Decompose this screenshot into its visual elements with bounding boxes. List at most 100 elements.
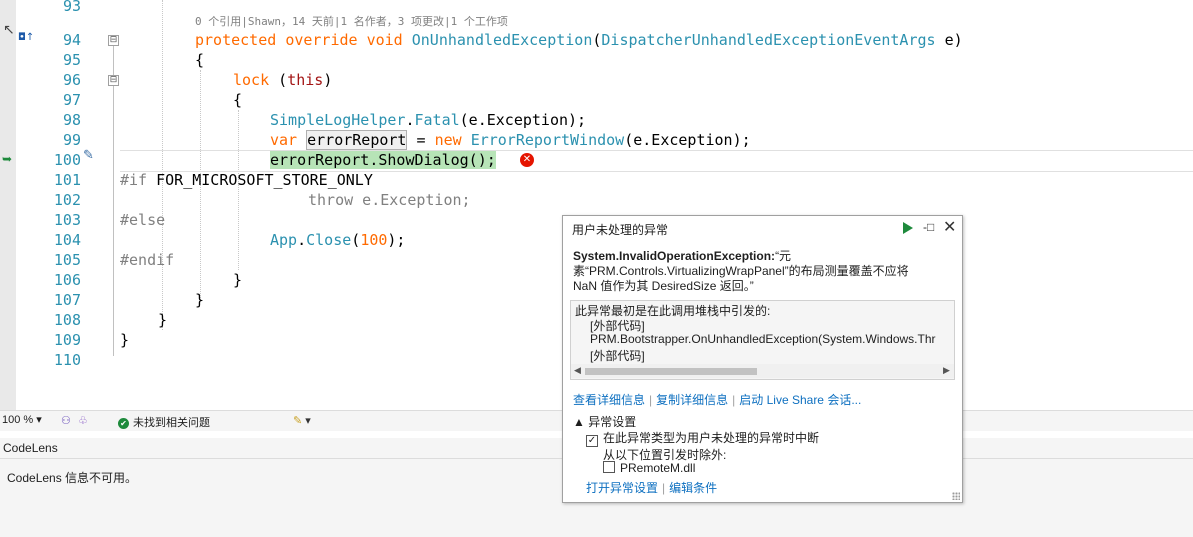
cleanup-brush-icon[interactable]: ✎ ▾ [293, 414, 311, 427]
module-row[interactable]: PRemoteM.dll [603, 461, 695, 475]
code-line-103[interactable]: #else [120, 210, 165, 230]
line-number: 108 [53, 311, 81, 329]
code-line-100[interactable]: errorReport.ShowDialog(); [270, 150, 496, 170]
code-line-109[interactable]: } [120, 330, 129, 350]
separator: | [662, 481, 666, 495]
line-number: 93 [62, 0, 81, 15]
type-name: SimpleLogHelper [270, 111, 406, 129]
method-name: OnUnhandledException [411, 31, 593, 49]
separator: | [649, 393, 653, 407]
code-line-96[interactable]: lock (this) [233, 70, 332, 90]
code-line-98[interactable]: SimpleLogHelper.Fatal(e.Exception); [270, 110, 586, 130]
horizontal-scrollbar[interactable]: ◀ ▶ [571, 364, 954, 378]
panel-title: CodeLens [3, 441, 58, 455]
quick-action-brush-icon[interactable]: ✎ [83, 148, 94, 163]
indent-guide [238, 110, 239, 270]
line-number: 110 [53, 351, 81, 369]
close-icon[interactable]: ✕ [943, 217, 956, 237]
exception-settings-header[interactable]: ▲ 异常设置 [573, 413, 636, 430]
issues-text: 未找到相关问题 [133, 417, 210, 429]
code-line-95[interactable]: { [195, 50, 204, 70]
scroll-thumb[interactable] [585, 368, 757, 375]
keyword: this [287, 71, 324, 89]
collapse-toggle-94[interactable]: ⊟ [108, 35, 119, 46]
continue-play-icon[interactable] [903, 222, 913, 234]
code-line-106[interactable]: } [233, 270, 242, 290]
line-number: 99 [62, 131, 81, 149]
indicator-margin[interactable] [0, 0, 16, 410]
keyword: var [270, 131, 298, 149]
edit-conditions-link[interactable]: 编辑条件 [669, 481, 717, 495]
check-icon: ✔ [118, 417, 129, 429]
code-line-94[interactable]: protected override void OnUnhandledExcep… [195, 30, 963, 50]
keyword: new [434, 131, 462, 149]
intellicode-icon[interactable]: ♧ [78, 414, 88, 427]
code-line-107[interactable]: } [195, 290, 204, 310]
code-token: (e.Exception); [624, 131, 751, 149]
collapse-toggle-96[interactable]: ⊟ [108, 75, 119, 86]
zoom-value: 100 % [2, 414, 34, 426]
scroll-right-icon[interactable]: ▶ [943, 365, 950, 376]
break-checkbox[interactable]: ✓ [586, 435, 598, 447]
line-number: 96 [62, 71, 81, 89]
module-label: PRemoteM.dll [620, 461, 696, 475]
break-on-exception-row[interactable]: ✓ 在此异常类型为用户未处理的异常时中断 [586, 429, 819, 447]
open-exception-settings-link[interactable]: 打开异常设置 [586, 481, 658, 495]
code-token: (e.Exception); [459, 111, 587, 129]
separator: | [732, 393, 736, 407]
method-name: Close [306, 231, 352, 249]
code-token: ) [323, 71, 333, 89]
call-stack-frame: [外部代码] [590, 349, 645, 363]
current-statement-arrow-icon[interactable]: ➥ [2, 152, 12, 166]
code-line-105[interactable]: #endif [120, 250, 174, 270]
line-number: 97 [62, 91, 81, 109]
exception-message: System.InvalidOperationException:“元 素“PRM… [573, 249, 953, 294]
code-line-108[interactable]: } [158, 310, 167, 330]
panel-message: CodeLens 信息不可用。 [7, 471, 138, 485]
call-stack-frame: PRM.Bootstrapper.OnUnhandledException(Sy… [590, 332, 936, 346]
line-number: 105 [53, 251, 81, 269]
exception-message-line: 素“PRM.Controls.VirtualizingWrapPanel”的布局… [573, 264, 909, 278]
code-token: ( [269, 71, 288, 89]
current-statement: errorReport.ShowDialog(); [270, 151, 496, 169]
codelens-hint[interactable]: 0 个引用|Shawn，14 天前|1 名作者，3 项更改|1 个工作项 [195, 13, 508, 29]
pin-icon[interactable]: -□ [923, 220, 934, 234]
variable-name: errorReport [306, 130, 408, 150]
code-token: FOR_MICROSOFT_STORE_ONLY [147, 171, 373, 189]
live-share-link[interactable]: 启动 Live Share 会话... [739, 393, 861, 407]
copy-details-link[interactable]: 复制详细信息 [656, 393, 728, 407]
line-number: 102 [53, 191, 81, 209]
codelens-glyph-icon[interactable]: ◘↑ [18, 32, 34, 43]
line-number: 98 [62, 111, 81, 129]
keyword: protected [195, 31, 277, 49]
error-icon[interactable]: ✕ [520, 153, 534, 167]
call-stack-box[interactable]: 此异常最初是在此调用堆栈中引发的: [外部代码] PRM.Bootstrappe… [570, 300, 955, 380]
code-line-101[interactable]: #if FOR_MICROSOFT_STORE_ONLY [120, 170, 373, 190]
exception-message-line: “元 [775, 249, 792, 263]
code-line-97[interactable]: { [233, 90, 242, 110]
view-details-link[interactable]: 查看详细信息 [573, 393, 645, 407]
line-number: 94 [62, 31, 81, 49]
copilot-icon[interactable]: ⚇ [61, 414, 71, 427]
line-number: 104 [53, 231, 81, 249]
keyword: override [285, 31, 358, 49]
method-name: Fatal [414, 111, 460, 129]
resize-grip[interactable] [952, 492, 960, 500]
exception-helper-popup[interactable]: 用户未处理的异常 -□ ✕ System.InvalidOperationExc… [562, 215, 963, 503]
issues-indicator[interactable]: ✔ 未找到相关问题 [118, 414, 210, 430]
module-checkbox[interactable] [603, 461, 615, 473]
line-number: 95 [62, 51, 81, 69]
exception-message-line: NaN 值作为其 DesiredSize 返回。” [573, 279, 754, 293]
code-token: e) [935, 31, 963, 49]
outline-line [113, 44, 114, 356]
code-token: . [297, 231, 307, 249]
code-line-99[interactable]: var errorReport = new ErrorReportWindow(… [270, 130, 751, 150]
code-line-102[interactable]: throw e.Exception; [308, 190, 471, 210]
keyword: void [366, 31, 403, 49]
zoom-select[interactable]: 100 % ▾ [0, 413, 44, 428]
type-name: ErrorReportWindow [470, 131, 625, 149]
code-line-104[interactable]: App.Close(100); [270, 230, 405, 250]
popup-title: 用户未处理的异常 [572, 223, 669, 237]
scroll-left-icon[interactable]: ◀ [574, 365, 581, 376]
settings-links: 打开异常设置 | 编辑条件 [586, 479, 717, 496]
